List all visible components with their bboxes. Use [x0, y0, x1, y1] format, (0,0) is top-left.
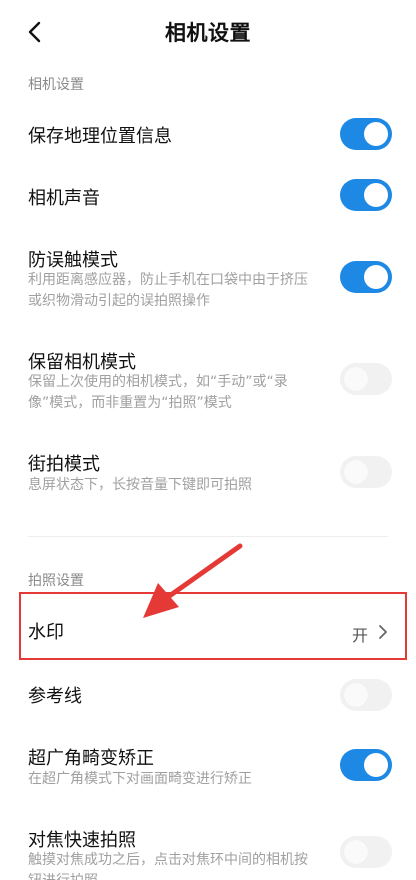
section-header-camera: 相机设置 [28, 77, 84, 93]
toggle-knob [344, 683, 368, 707]
setting-row-ultra-wide[interactable]: 超广角畸变矫正 在超广角模式下对画面畸变进行矫正 [0, 738, 416, 804]
section-header-photo: 拍照设置 [28, 573, 84, 589]
highlight-box [19, 592, 407, 660]
setting-row-anti-mistouch[interactable]: 防误触模式 利用距离感应器，防止手机在口袋中由于挤压或织物滑动引起的误拍照操作 [0, 238, 416, 318]
setting-description: 在超广角模式下对画面畸变进行矫正 [28, 771, 252, 787]
setting-description: 触摸对焦成功之后，点击对焦环中间的相机按钮进行拍照 [28, 852, 308, 880]
setting-label: 防误触模式 [28, 250, 118, 271]
ultra-wide-toggle[interactable] [340, 749, 392, 781]
setting-label: 街拍模式 [28, 454, 100, 475]
divider [28, 536, 388, 537]
setting-row-street[interactable]: 街拍模式 息屏状态下，长按音量下键即可拍照 [0, 442, 416, 502]
setting-label: 保留相机模式 [28, 352, 136, 373]
keep-mode-toggle[interactable] [340, 363, 392, 395]
setting-row-geo[interactable]: 保存地理位置信息 [0, 106, 416, 162]
setting-row-grid[interactable]: 参考线 [0, 674, 416, 730]
setting-row-sound[interactable]: 相机声音 [0, 168, 416, 224]
grid-toggle[interactable] [340, 679, 392, 711]
sound-toggle[interactable] [340, 179, 392, 211]
top-bar: 相机设置 [0, 0, 416, 64]
setting-description: 息屏状态下，长按音量下键即可拍照 [28, 477, 252, 493]
setting-label: 对焦快速拍照 [28, 830, 136, 851]
toggle-knob [364, 265, 388, 289]
setting-row-focus[interactable]: 对焦快速拍照 触摸对焦成功之后，点击对焦环中间的相机按钮进行拍照 [0, 820, 416, 880]
setting-row-keep-mode[interactable]: 保留相机模式 保留上次使用的相机模式，如“手动”或“录像”模式，而非重置为“拍照… [0, 340, 416, 420]
setting-description: 保留上次使用的相机模式，如“手动”或“录像”模式，而非重置为“拍照”模式 [28, 374, 288, 411]
anti-mistouch-toggle[interactable] [340, 261, 392, 293]
geo-toggle[interactable] [340, 118, 392, 150]
setting-label: 参考线 [28, 686, 82, 707]
focus-toggle[interactable] [340, 836, 392, 868]
setting-description: 利用距离感应器，防止手机在口袋中由于挤压或织物滑动引起的误拍照操作 [28, 272, 308, 309]
toggle-knob [364, 183, 388, 207]
setting-label: 超广角畸变矫正 [28, 748, 154, 769]
street-toggle[interactable] [340, 456, 392, 488]
toggle-knob [344, 460, 368, 484]
setting-label: 保存地理位置信息 [28, 126, 172, 147]
toggle-knob [364, 122, 388, 146]
setting-label: 相机声音 [28, 188, 100, 209]
toggle-knob [344, 367, 368, 391]
page-title: 相机设置 [165, 21, 251, 45]
toggle-knob [344, 840, 368, 864]
toggle-knob [364, 753, 388, 777]
